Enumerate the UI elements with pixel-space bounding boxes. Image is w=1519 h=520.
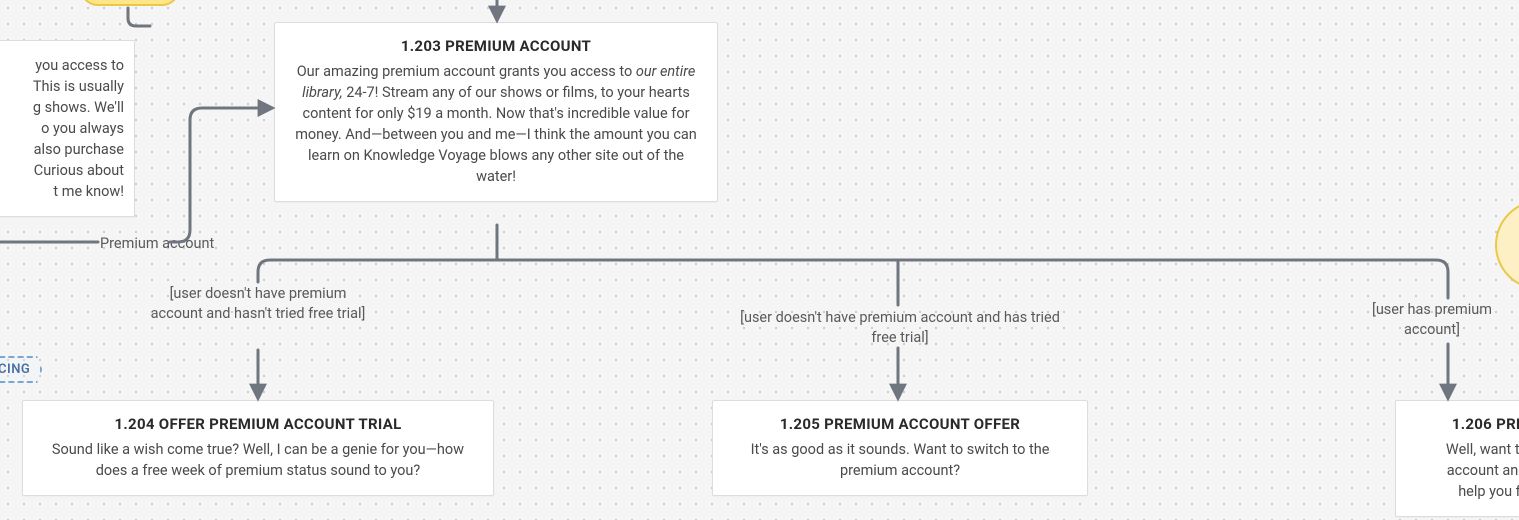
node-1-204-title: 1.204 OFFER PREMIUM ACCOUNT TRIAL bbox=[41, 415, 475, 433]
edge-label-branch-right: [user has premium account] bbox=[1352, 300, 1512, 339]
node-1-206-title: 1.206 PREM bbox=[1414, 415, 1519, 433]
node-1-206-body: Well, want to maccount and orhelp you fi… bbox=[1414, 439, 1519, 502]
pricing-tag[interactable]: CING bbox=[0, 356, 42, 383]
node-partial-left-body: you access toThis is usuallyg shows. We'… bbox=[0, 55, 124, 202]
decorative-yellow-circle bbox=[1495, 200, 1519, 290]
edge-label-premium-account: Premium account bbox=[100, 234, 230, 254]
node-1-203-body: Our amazing premium account grants you a… bbox=[293, 61, 699, 187]
node-1-203[interactable]: 1.203 PREMIUM ACCOUNT Our amazing premiu… bbox=[274, 22, 718, 202]
node-1-205-body: It's as good as it sounds. Want to switc… bbox=[731, 439, 1069, 481]
node-1-205[interactable]: 1.205 PREMIUM ACCOUNT OFFER It's as good… bbox=[712, 400, 1088, 496]
node-1-205-title: 1.205 PREMIUM ACCOUNT OFFER bbox=[731, 415, 1069, 433]
decorative-yellow-pill bbox=[80, 0, 180, 6]
edge-label-branch-mid: [user doesn't have premium account and h… bbox=[740, 308, 1060, 347]
pricing-tag-label: CING bbox=[0, 362, 30, 377]
node-1-206[interactable]: 1.206 PREM Well, want to maccount and or… bbox=[1395, 400, 1519, 517]
node-1-203-title: 1.203 PREMIUM ACCOUNT bbox=[293, 37, 699, 55]
node-partial-left[interactable]: you access toThis is usuallyg shows. We'… bbox=[0, 40, 135, 217]
edge-label-branch-left: [user doesn't have premium account and h… bbox=[148, 284, 368, 323]
node-1-204[interactable]: 1.204 OFFER PREMIUM ACCOUNT TRIAL Sound … bbox=[22, 400, 494, 496]
node-1-204-body: Sound like a wish come true? Well, I can… bbox=[41, 439, 475, 481]
